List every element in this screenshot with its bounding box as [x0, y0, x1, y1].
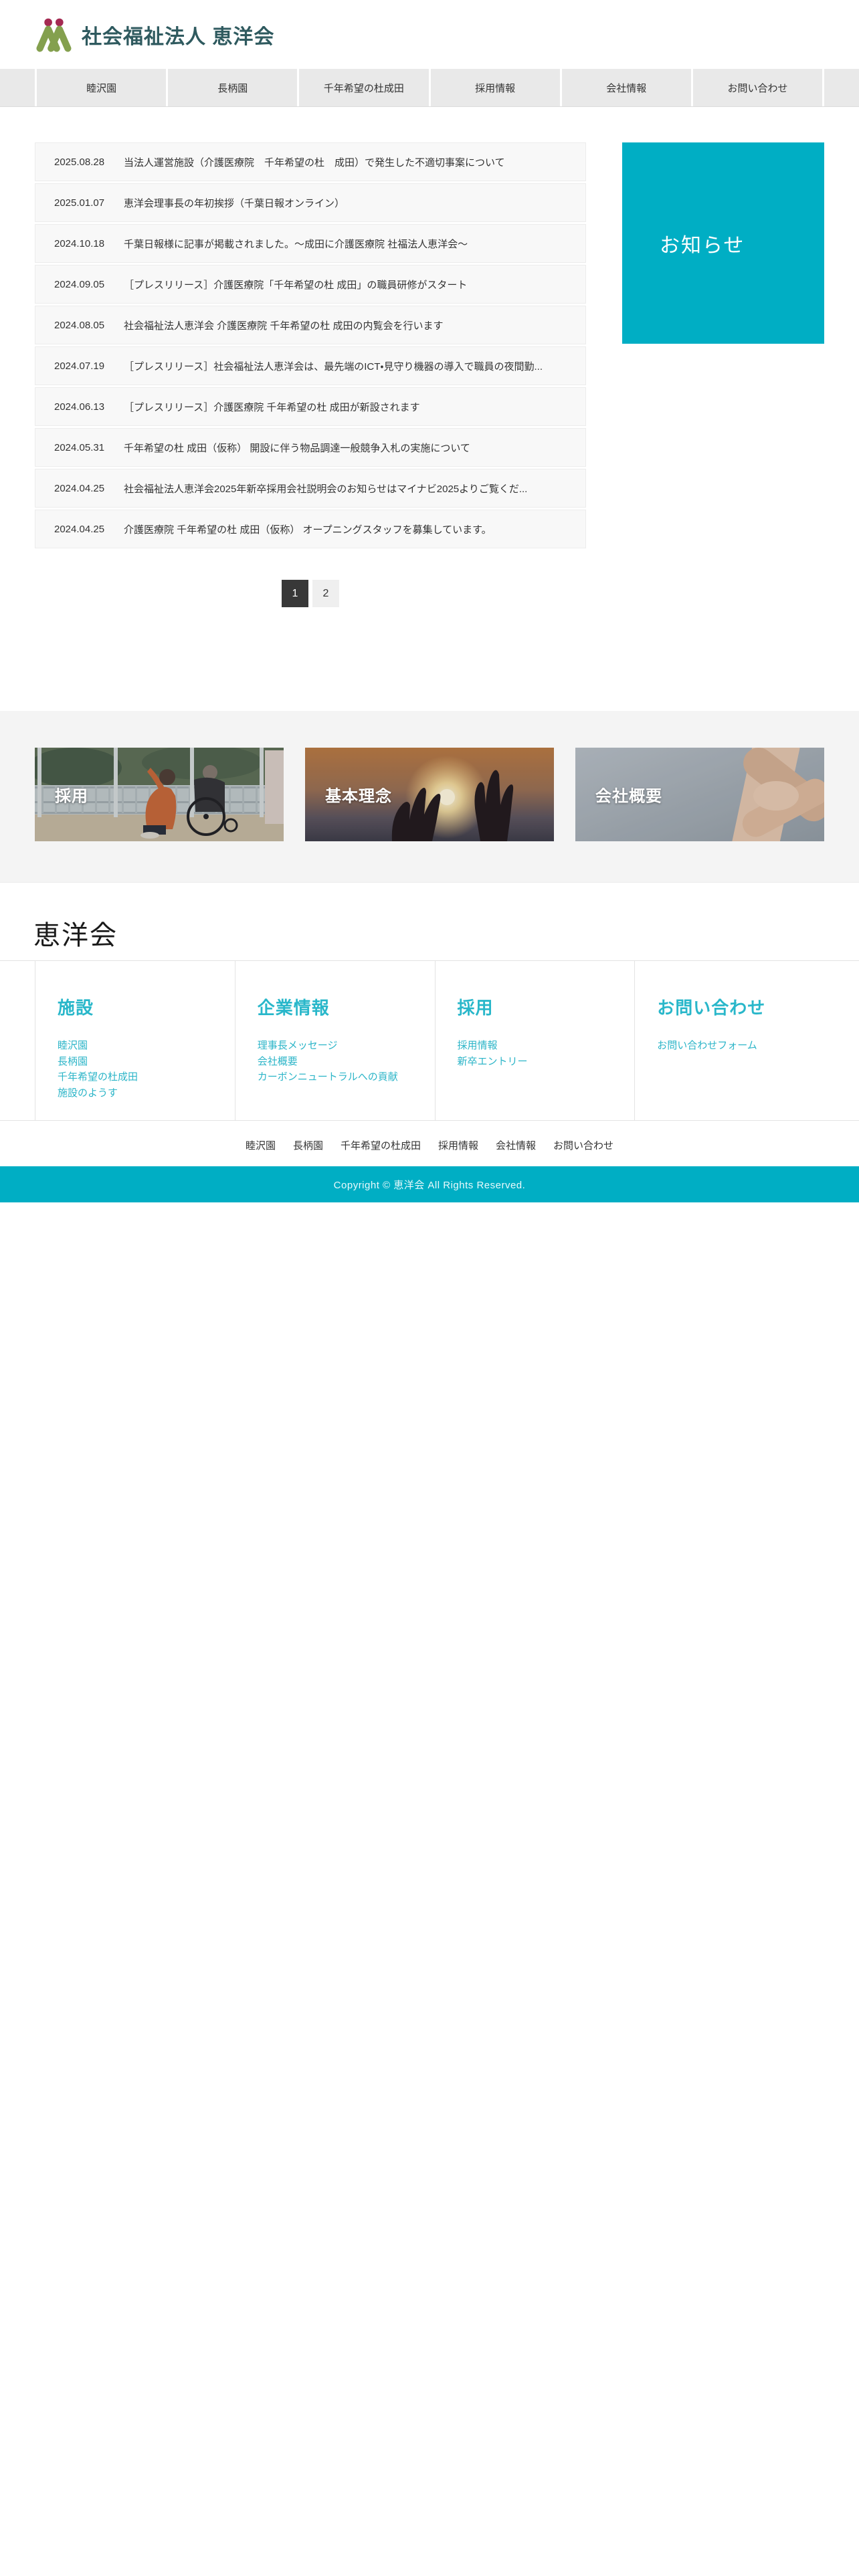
news-title: 介護医療院 千年希望の杜 成田（仮称） オープニングスタッフを募集しています。 [124, 522, 492, 536]
news-title: ［プレスリリース］社会福祉法人恵洋会は、最先端のICT・見守り機器の導入で職員の… [124, 359, 543, 373]
news-title: 社会福祉法人恵洋会 介護医療院 千年希望の杜 成田の内覧会を行います [124, 318, 444, 332]
bottom-nav-item-睦沢園[interactable]: 睦沢園 [246, 1138, 276, 1152]
nav-item-採用情報[interactable]: 採用情報 [431, 69, 560, 106]
news-row[interactable]: 2024.08.05 社会福祉法人恵洋会 介護医療院 千年希望の杜 成田の内覧会を… [35, 306, 586, 344]
news-row[interactable]: 2024.07.19 ［プレスリリース］社会福祉法人恵洋会は、最先端のICT・見守… [35, 346, 586, 385]
footer-link-睦沢園[interactable]: 睦沢園 [58, 1038, 221, 1054]
news-title: 千年希望の杜 成田（仮称） 開設に伴う物品調達一般競争入札の実施について [124, 441, 470, 455]
news-row[interactable]: 2024.09.05 ［プレスリリース］介護医療院「千年希望の杜 成田」の職員研修… [35, 265, 586, 304]
card-philosophy-label: 基本理念 [325, 783, 392, 807]
news-row[interactable]: 2025.01.07 恵洋会理事長の年初挨拶（千葉日報オンライン） [35, 183, 586, 222]
organization-logo-icon [35, 17, 72, 52]
footer-column-heading: お問い合わせ [657, 994, 821, 1019]
footer-link-施設のようす[interactable]: 施設のようす [58, 1085, 221, 1101]
nav-item-長柄園[interactable]: 長柄園 [168, 69, 297, 106]
footer-link-採用情報[interactable]: 採用情報 [458, 1038, 622, 1054]
site-title: 社会福祉法人 恵洋会 [82, 20, 274, 49]
footer-column-お問い合わせ: お問い合わせお問い合わせフォーム [634, 961, 834, 1120]
news-date: 2025.01.07 [54, 197, 113, 209]
nav-item-お問い合わせ[interactable]: お問い合わせ [693, 69, 822, 106]
news-section: お知らせ 2025.08.28 当法人運営施設（介護医療院 千年希望の杜 成田）で… [0, 107, 859, 607]
footer-link-長柄園[interactable]: 長柄園 [58, 1054, 221, 1070]
footer-column-heading: 採用 [458, 994, 622, 1019]
news-row[interactable]: 2024.05.31 千年希望の杜 成田（仮称） 開設に伴う物品調達一般競争入札の… [35, 428, 586, 467]
news-title: 恵洋会理事長の年初挨拶（千葉日報オンライン） [124, 196, 345, 210]
footer-bottom-nav: 睦沢園 長柄園 千年希望の杜成田 採用情報 会社情報 お問い合わせ [0, 1121, 859, 1152]
feature-band: 採用 [0, 711, 859, 883]
copyright-bar: Copyright © 恵洋会 All Rights Reserved. [0, 1166, 859, 1202]
footer-spacer-right [834, 961, 859, 1120]
nav-item-千年希望の杜成田[interactable]: 千年希望の杜成田 [299, 69, 428, 106]
nav-item-会社情報[interactable]: 会社情報 [562, 69, 691, 106]
footer-column-採用: 採用採用情報新卒エントリー [435, 961, 635, 1120]
copyright-text: Copyright © 恵洋会 All Rights Reserved. [334, 1178, 526, 1192]
news-row[interactable]: 2024.10.18 千葉日報様に記事が掲載されました。～成田に介護医療院 社福法… [35, 224, 586, 263]
card-company[interactable]: 会社概要 [575, 748, 824, 841]
news-row[interactable]: 2024.06.13 ［プレスリリース］介護医療院 千年希望の杜 成田が新設されま… [35, 387, 586, 426]
feature-cards: 採用 [35, 748, 824, 841]
footer-link-理事長メッセージ[interactable]: 理事長メッセージ [258, 1038, 421, 1054]
news-row[interactable]: 2024.04.25 介護医療院 千年希望の杜 成田（仮称） オープニングスタッフ… [35, 510, 586, 548]
footer-column-heading: 企業情報 [258, 994, 421, 1019]
news-date: 2024.04.25 [54, 524, 113, 535]
card-philosophy[interactable]: 基本理念 [305, 748, 554, 841]
news-title: ［プレスリリース］介護医療院 千年希望の杜 成田が新設されます [124, 400, 420, 414]
pagination: 12 [35, 580, 586, 607]
footer-column-heading: 施設 [58, 994, 221, 1019]
news-section-banner: お知らせ [622, 142, 824, 344]
news-date: 2024.07.19 [54, 360, 113, 372]
main-nav: 睦沢園長柄園千年希望の杜成田採用情報会社情報お問い合わせ [0, 69, 859, 107]
nav-edge-left [0, 69, 35, 106]
bottom-nav-item-採用情報[interactable]: 採用情報 [438, 1138, 478, 1152]
bottom-nav-item-会社情報[interactable]: 会社情報 [496, 1138, 536, 1152]
news-title: 千葉日報様に記事が掲載されました。～成田に介護医療院 社福法人恵洋会～ [124, 237, 468, 251]
nav-edge-right [824, 69, 859, 106]
news-date: 2024.08.05 [54, 320, 113, 331]
footer-spacer-left [0, 961, 35, 1120]
page: 社会福祉法人 恵洋会 睦沢園長柄園千年希望の杜成田採用情報会社情報お問い合わせ … [0, 0, 859, 2576]
pagination-page-1[interactable]: 1 [282, 580, 308, 607]
pagination-page-2[interactable]: 2 [312, 580, 339, 607]
bottom-nav-item-千年希望の杜成田[interactable]: 千年希望の杜成田 [341, 1138, 421, 1152]
footer-link-カーボンニュートラルへの貢献[interactable]: カーボンニュートラルへの貢献 [258, 1069, 421, 1085]
card-recruit[interactable]: 採用 [35, 748, 284, 841]
news-date: 2025.08.28 [54, 156, 113, 168]
card-company-label: 会社概要 [595, 783, 662, 807]
footer-link-会社概要[interactable]: 会社概要 [258, 1054, 421, 1070]
news-section-title: お知らせ [622, 229, 745, 258]
card-recruit-label: 採用 [55, 783, 88, 807]
news-row[interactable]: 2024.04.25 社会福祉法人恵洋会2025年新卒採用会社説明会のお知らせはマ… [35, 469, 586, 508]
news-date: 2024.09.05 [54, 279, 113, 290]
news-title: 社会福祉法人恵洋会2025年新卒採用会社説明会のお知らせはマイナビ2025よりご… [124, 481, 527, 496]
news-list: 2025.08.28 当法人運営施設（介護医療院 千年希望の杜 成田）で発生した不… [35, 142, 586, 548]
bottom-nav-item-お問い合わせ[interactable]: お問い合わせ [553, 1138, 613, 1152]
news-date: 2024.06.13 [54, 401, 113, 413]
news-title: 当法人運営施設（介護医療院 千年希望の杜 成田）で発生した不適切事案について [124, 155, 505, 169]
brand-home-link[interactable]: 社会福祉法人 恵洋会 [35, 17, 274, 52]
news-row[interactable]: 2025.08.28 当法人運営施設（介護医療院 千年希望の杜 成田）で発生した不… [35, 142, 586, 181]
bottom-nav-item-長柄園[interactable]: 長柄園 [293, 1138, 323, 1152]
news-date: 2024.10.18 [54, 238, 113, 249]
footer-link-新卒エントリー[interactable]: 新卒エントリー [458, 1054, 622, 1070]
news-date: 2024.04.25 [54, 483, 113, 494]
footer-brand: 恵洋会 [33, 914, 859, 952]
news-title: ［プレスリリース］介護医療院「千年希望の杜 成田」の職員研修がスタート [124, 278, 467, 292]
footer: 恵洋会 施設睦沢園長柄園千年希望の杜成田施設のようす企業情報理事長メッセージ会社… [0, 914, 859, 1202]
footer-link-千年希望の杜成田[interactable]: 千年希望の杜成田 [58, 1069, 221, 1085]
footer-columns: 施設睦沢園長柄園千年希望の杜成田施設のようす企業情報理事長メッセージ会社概要カー… [0, 960, 859, 1121]
footer-link-お問い合わせフォーム[interactable]: お問い合わせフォーム [657, 1038, 821, 1054]
footer-column-企業情報: 企業情報理事長メッセージ会社概要カーボンニュートラルへの貢献 [235, 961, 435, 1120]
site-header: 社会福祉法人 恵洋会 [0, 0, 859, 69]
nav-item-睦沢園[interactable]: 睦沢園 [37, 69, 166, 106]
news-date: 2024.05.31 [54, 442, 113, 453]
footer-column-施設: 施設睦沢園長柄園千年希望の杜成田施設のようす [35, 961, 235, 1120]
